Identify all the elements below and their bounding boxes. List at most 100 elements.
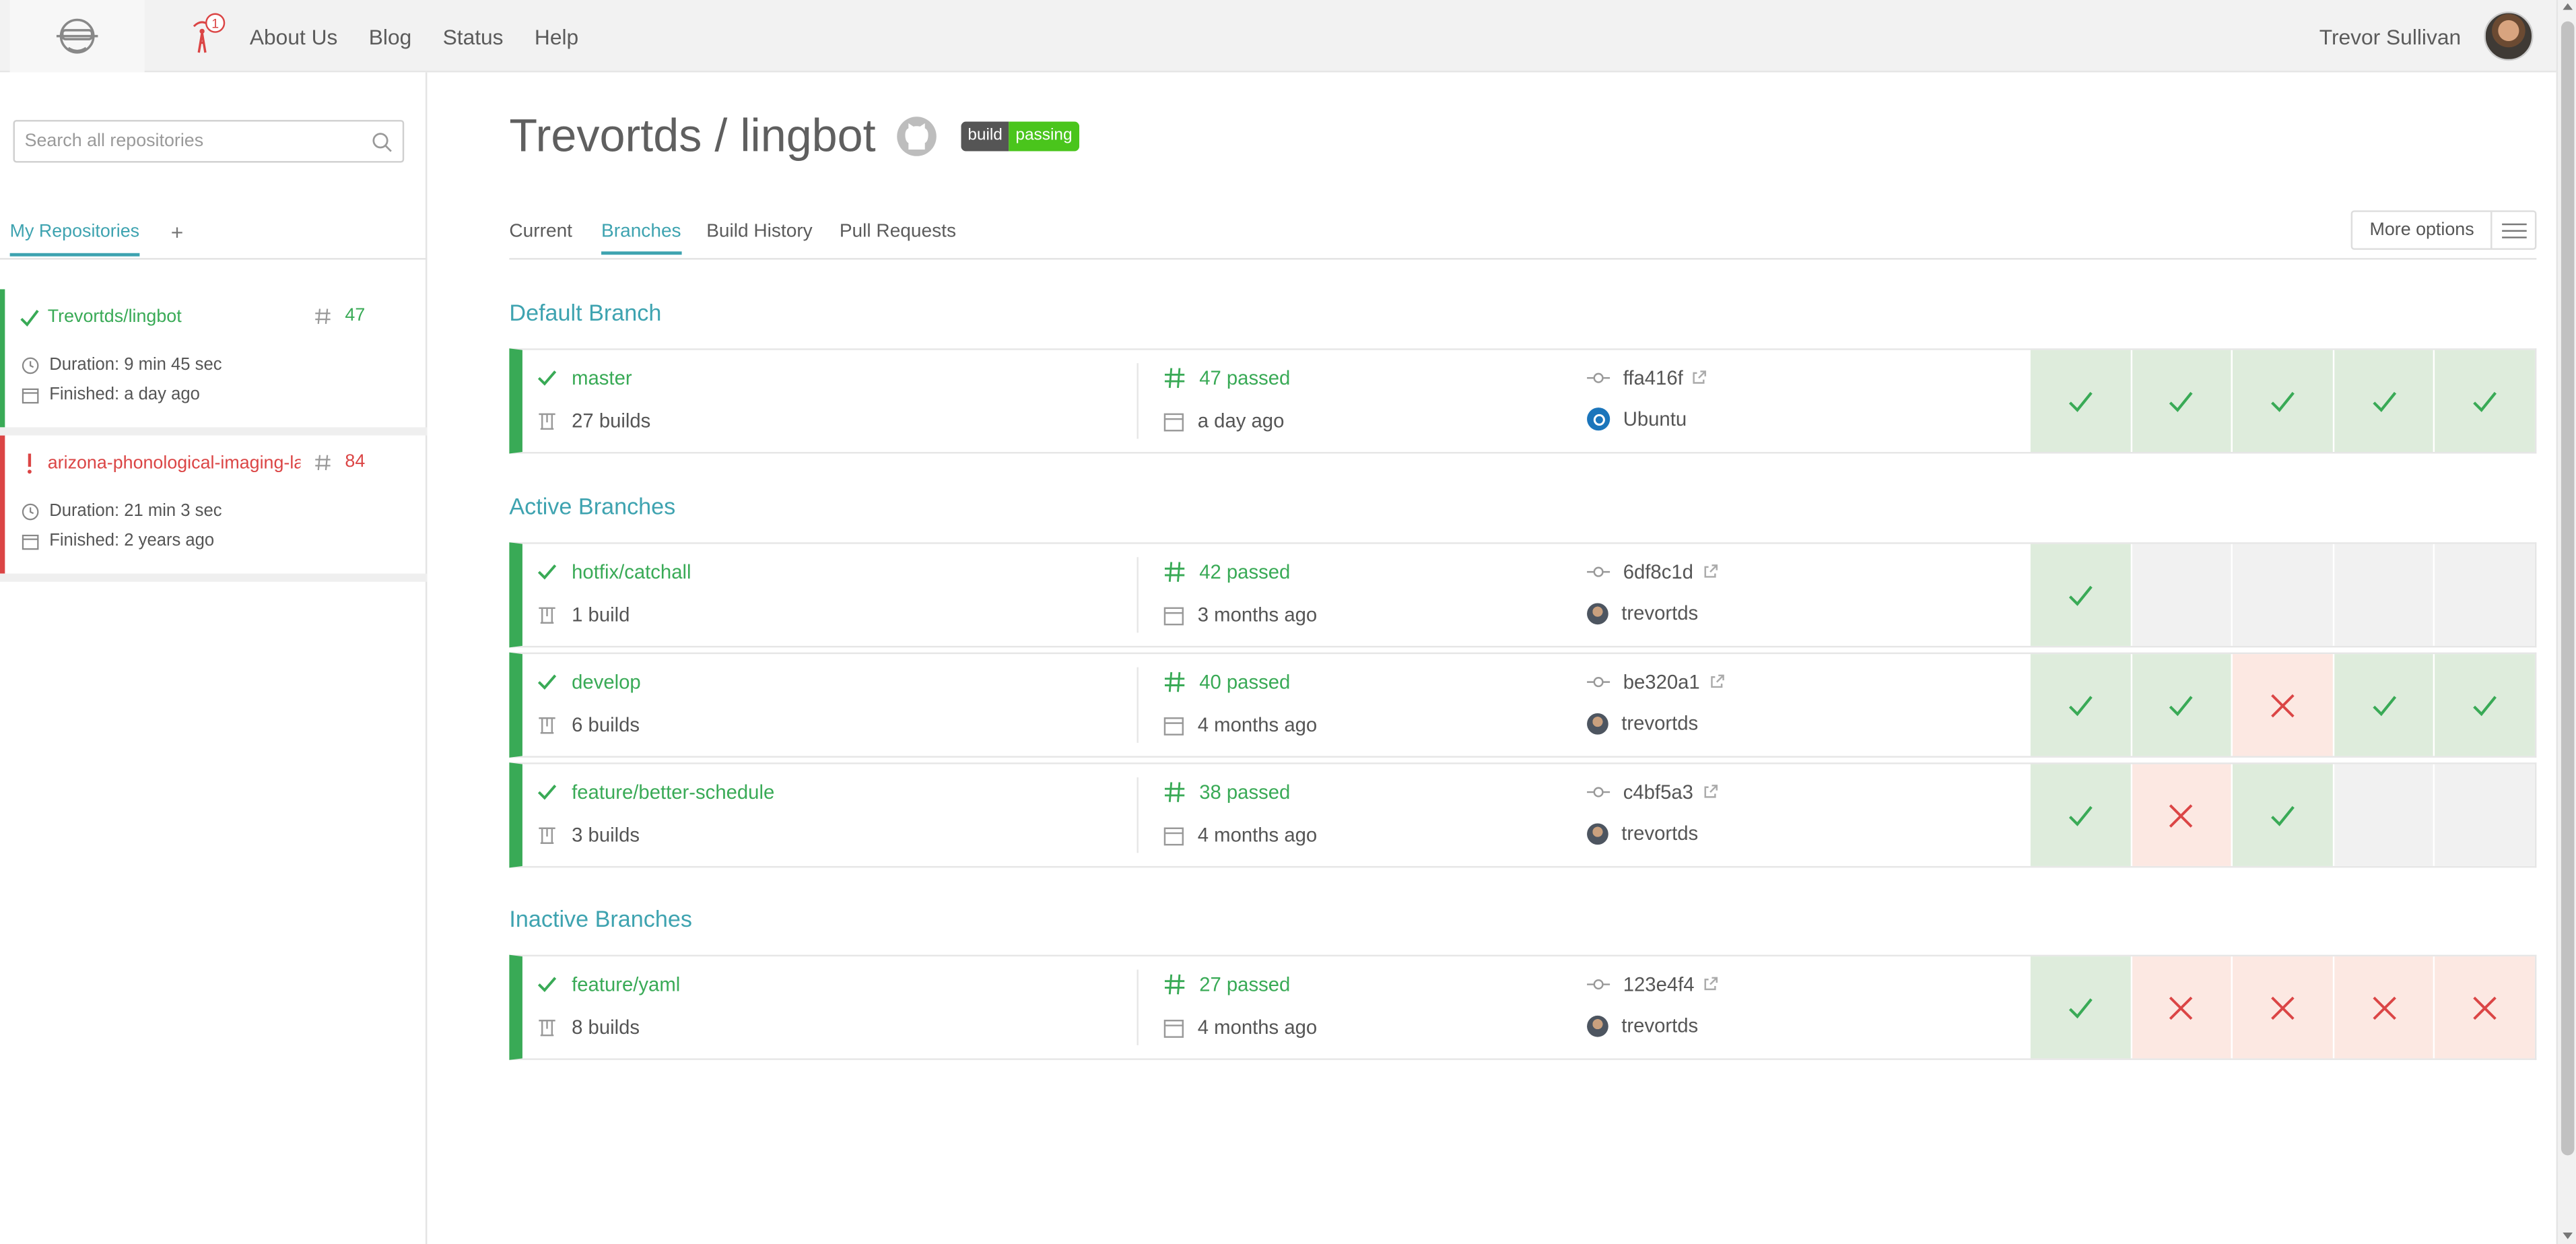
last-build[interactable]: 38 passed — [1163, 781, 1290, 804]
branch-name-text[interactable]: feature/better-schedule — [572, 781, 774, 804]
add-repository-button[interactable]: + — [171, 220, 184, 245]
external-link-icon[interactable] — [1708, 674, 1724, 690]
branch-row[interactable]: master 27 builds 47 passed a day ago ffa… — [509, 348, 2537, 454]
build-tile-failed[interactable] — [2132, 764, 2232, 866]
author-name: trevortds — [1621, 1014, 1699, 1037]
external-link-icon[interactable] — [1691, 370, 1707, 386]
nav-blog[interactable]: Blog — [369, 24, 412, 48]
tab-my-repositories[interactable]: My Repositories — [9, 222, 140, 257]
commit-sha[interactable]: ffa416f — [1623, 366, 1683, 389]
nav-status[interactable]: Status — [443, 24, 504, 48]
build-status-badge[interactable]: build passing — [961, 121, 1079, 152]
build-tile-passed[interactable] — [2435, 654, 2535, 756]
build-tile-passed[interactable] — [2233, 764, 2333, 866]
build-tile-passed[interactable] — [2030, 654, 2130, 756]
repo-name[interactable]: Trevortds/lingbot — [48, 307, 301, 327]
branch-row[interactable]: develop 6 builds 40 passed 4 months ago … — [509, 652, 2537, 758]
search-input[interactable] — [24, 131, 372, 152]
github-icon[interactable] — [895, 115, 938, 158]
nav-about-us[interactable]: About Us — [250, 24, 338, 48]
tab-branches[interactable]: Branches — [601, 222, 681, 255]
user-name[interactable]: Trevor Sullivan — [2319, 24, 2461, 48]
repo-item-arizona[interactable]: arizona-phonological-imaging-lab/... 84 … — [0, 435, 426, 574]
build-tile-failed[interactable] — [2132, 956, 2232, 1059]
tab-build-history[interactable]: Build History — [706, 222, 813, 241]
last-build[interactable]: 47 passed — [1163, 366, 1290, 389]
tab-pull-requests[interactable]: Pull Requests — [840, 222, 956, 241]
last-build-status[interactable]: 42 passed — [1199, 560, 1290, 583]
search-icon[interactable] — [371, 131, 393, 152]
section-inactive-branches: Inactive Branches — [509, 905, 692, 932]
tab-current[interactable]: Current — [509, 222, 572, 241]
branch-name[interactable]: feature/yaml — [535, 973, 680, 996]
build-tile-passed[interactable] — [2030, 764, 2130, 866]
build-tile-failed[interactable] — [2435, 956, 2535, 1059]
repo-build-number[interactable]: 84 — [314, 452, 365, 471]
travis-logo[interactable] — [9, 0, 145, 73]
branch-name[interactable]: develop — [535, 671, 641, 694]
build-tile-passed[interactable] — [2030, 350, 2130, 452]
branch-name[interactable]: hotfix/catchall — [535, 560, 691, 583]
section-active-branches: Active Branches — [509, 493, 676, 520]
last-build[interactable]: 40 passed — [1163, 671, 1290, 694]
branch-builds: 8 builds — [535, 1016, 640, 1039]
nav-help[interactable]: Help — [535, 24, 578, 48]
repo-name[interactable]: arizona-phonological-imaging-lab/... — [48, 453, 301, 473]
repo-separator — [0, 427, 428, 436]
repo-build-number[interactable]: 47 — [314, 306, 365, 325]
commit[interactable]: ffa416f — [1587, 366, 1707, 389]
last-build-status[interactable]: 38 passed — [1199, 781, 1290, 804]
branch-name[interactable]: feature/better-schedule — [535, 781, 774, 804]
build-tile-empty — [2435, 764, 2535, 866]
commit[interactable]: 6df8c1d — [1587, 560, 1718, 583]
build-tile-failed[interactable] — [2233, 956, 2333, 1059]
last-build[interactable]: 42 passed — [1163, 560, 1290, 583]
commit-sha[interactable]: 123e4f4 — [1623, 973, 1695, 995]
branch-name-text[interactable]: develop — [572, 671, 641, 694]
more-options-button[interactable]: More options — [2351, 210, 2537, 250]
commit[interactable]: be320a1 — [1587, 671, 1724, 694]
commit[interactable]: 123e4f4 — [1587, 973, 1719, 996]
build-tile-passed[interactable] — [2030, 956, 2130, 1059]
commit-sha[interactable]: be320a1 — [1623, 671, 1700, 694]
commit-sha[interactable]: c4bf5a3 — [1623, 781, 1693, 804]
scroll-down-icon[interactable] — [2563, 1233, 2573, 1239]
badge-label: build — [961, 121, 1009, 152]
build-tile-passed[interactable] — [2334, 654, 2434, 756]
branch-name-text[interactable]: hotfix/catchall — [572, 560, 691, 583]
repo-item-lingbot[interactable]: Trevortds/lingbot 47 Duration: 9 min 45 … — [0, 289, 426, 428]
build-tile-failed[interactable] — [2334, 956, 2434, 1059]
branch-name-text[interactable]: master — [572, 366, 632, 389]
external-link-icon[interactable] — [1701, 784, 1718, 800]
last-build-status[interactable]: 47 passed — [1199, 366, 1290, 389]
branch-row[interactable]: feature/better-schedule 3 builds 38 pass… — [509, 762, 2537, 868]
build-tile-passed[interactable] — [2132, 654, 2232, 756]
build-tile-passed[interactable] — [2334, 350, 2434, 452]
build-tile-passed[interactable] — [2030, 544, 2130, 646]
build-tile-passed[interactable] — [2132, 350, 2232, 452]
branch-builds: 6 builds — [535, 713, 640, 736]
last-build-status[interactable]: 27 passed — [1199, 973, 1290, 995]
scroll-up-icon[interactable] — [2563, 3, 2573, 10]
hash-icon — [1163, 781, 1186, 804]
build-tile-passed[interactable] — [2233, 350, 2333, 452]
commit-sha[interactable]: 6df8c1d — [1623, 560, 1693, 583]
broadcast-icon[interactable]: 1 — [187, 13, 227, 56]
branch-name[interactable]: master — [535, 366, 632, 389]
scrollbar-thumb[interactable] — [2561, 21, 2575, 1156]
user-menu[interactable]: Trevor Sullivan — [2319, 0, 2534, 72]
branch-row[interactable]: hotfix/catchall 1 build 42 passed 3 mont… — [509, 542, 2537, 648]
last-build[interactable]: 27 passed — [1163, 973, 1290, 996]
avatar[interactable] — [2484, 11, 2534, 61]
builds-count: 3 builds — [572, 823, 640, 847]
builds-icon — [535, 603, 558, 626]
branch-name-text[interactable]: feature/yaml — [572, 973, 680, 995]
build-tile-passed[interactable] — [2435, 350, 2535, 452]
build-tile-failed[interactable] — [2233, 654, 2333, 756]
external-link-icon[interactable] — [1701, 564, 1718, 580]
branch-row[interactable]: feature/yaml 8 builds 27 passed 4 months… — [509, 954, 2537, 1060]
last-build-status[interactable]: 40 passed — [1199, 671, 1290, 694]
commit[interactable]: c4bf5a3 — [1587, 781, 1718, 804]
external-link-icon[interactable] — [1703, 976, 1719, 992]
scrollbar[interactable] — [2556, 0, 2576, 1244]
